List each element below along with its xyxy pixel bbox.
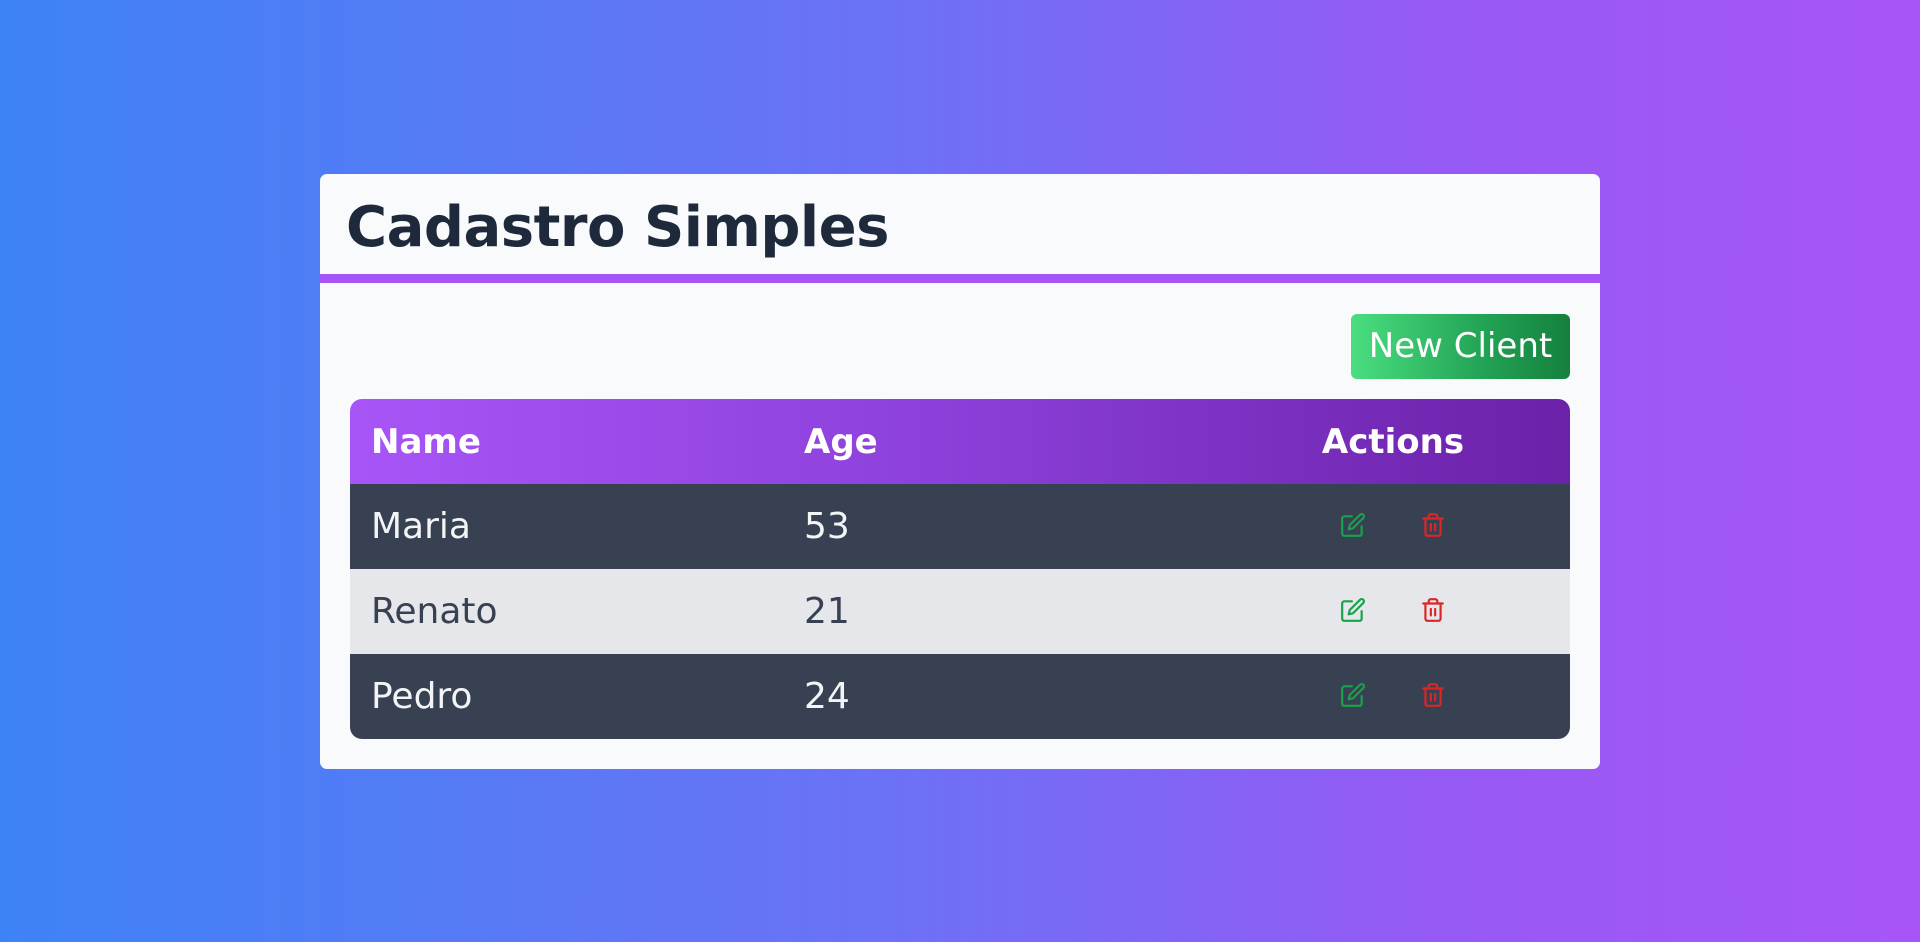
edit-icon[interactable]: [1340, 512, 1366, 538]
trash-icon[interactable]: [1420, 512, 1446, 538]
cell-age: 24: [804, 676, 850, 717]
edit-icon[interactable]: [1340, 682, 1366, 708]
column-header-age: Age: [804, 421, 878, 462]
table-row: Renato 21: [350, 569, 1570, 654]
cell-actions: [1216, 569, 1570, 654]
cell-actions: [1216, 654, 1570, 739]
cell-name: Renato: [371, 591, 498, 632]
cell-name: Pedro: [371, 676, 473, 717]
client-card: Cadastro Simples New Client Name Age Act…: [320, 174, 1600, 769]
page-title: Cadastro Simples: [346, 195, 889, 260]
cell-age: 21: [804, 591, 850, 632]
new-client-button[interactable]: New Client: [1351, 314, 1570, 379]
card-header: Cadastro Simples: [320, 174, 1600, 283]
table-body: Maria 53 Renato 21 Pedro 24: [350, 484, 1570, 739]
cell-name: Maria: [371, 506, 471, 547]
table-header: Name Age Actions: [350, 399, 1570, 484]
cell-actions: [1216, 484, 1570, 569]
clients-table: Name Age Actions Maria 53 Renato 21 Pedr…: [350, 399, 1570, 739]
trash-icon[interactable]: [1420, 597, 1446, 623]
toolbar: New Client: [1351, 314, 1570, 379]
clients-table-wrapper: Name Age Actions Maria 53 Renato 21 Pedr…: [350, 399, 1570, 739]
edit-icon[interactable]: [1340, 597, 1366, 623]
cell-age: 53: [804, 506, 850, 547]
column-header-name: Name: [371, 421, 481, 462]
table-header-row: Name Age Actions: [350, 399, 1570, 484]
trash-icon[interactable]: [1420, 682, 1446, 708]
table-row: Pedro 24: [350, 654, 1570, 739]
column-header-actions: Actions: [1321, 421, 1465, 462]
table-row: Maria 53: [350, 484, 1570, 569]
